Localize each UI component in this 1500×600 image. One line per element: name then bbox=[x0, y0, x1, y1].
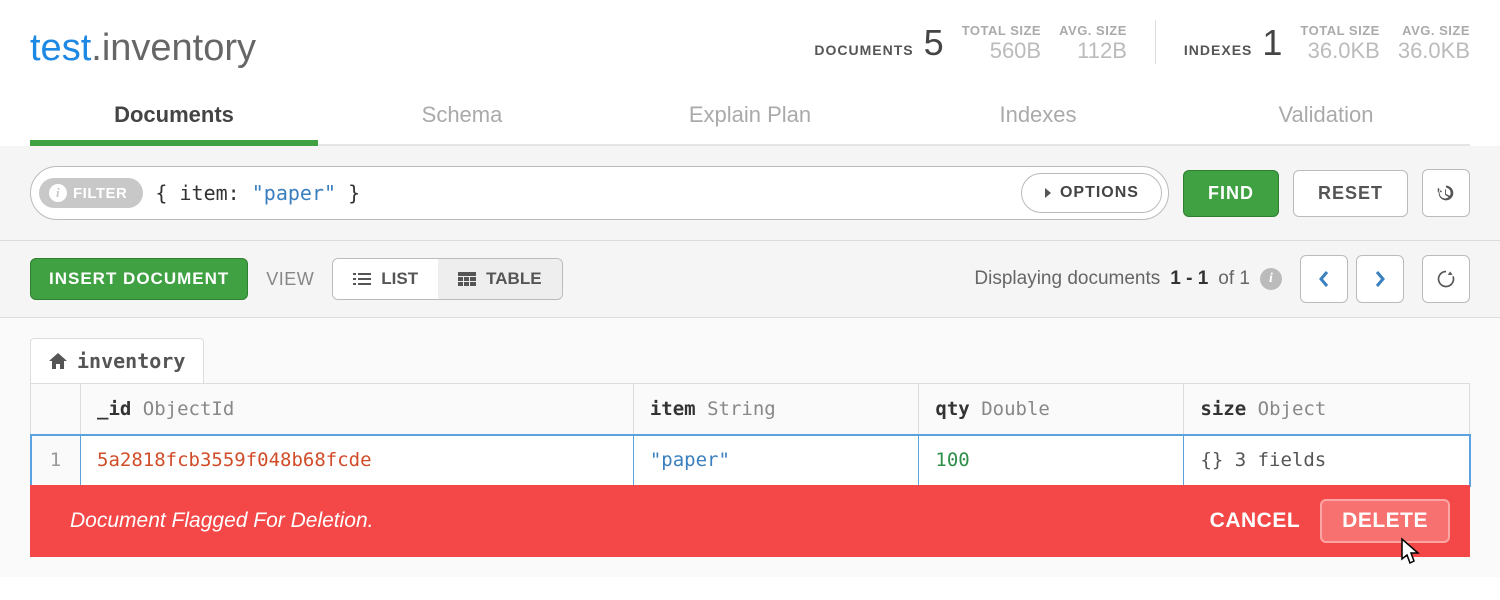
find-button[interactable]: FIND bbox=[1183, 170, 1279, 217]
filter-input[interactable]: i FILTER { item: "paper" } OPTIONS bbox=[30, 166, 1169, 220]
row-number: 1 bbox=[31, 435, 81, 486]
cancel-button[interactable]: CANCEL bbox=[1210, 509, 1301, 533]
indexes-label: INDEXES bbox=[1184, 42, 1252, 58]
database-name: test bbox=[30, 27, 91, 69]
insert-document-button[interactable]: INSERT DOCUMENT bbox=[30, 258, 248, 300]
row-number-header bbox=[31, 384, 81, 435]
delete-message: Document Flagged For Deletion. bbox=[70, 509, 1190, 533]
delete-banner: Document Flagged For Deletion. CANCEL DE… bbox=[30, 485, 1470, 557]
idx-total-size: 36.0KB bbox=[1300, 38, 1379, 64]
col-qty[interactable]: qty Double bbox=[919, 384, 1184, 435]
docs-avg-size: 112B bbox=[1059, 38, 1127, 64]
idx-total-size-label: TOTAL SIZE bbox=[1300, 23, 1379, 38]
cell-qty[interactable]: 100 bbox=[919, 435, 1184, 486]
cell-size[interactable]: {} 3 fields bbox=[1184, 435, 1470, 486]
info-icon: i bbox=[49, 184, 67, 202]
refresh-button[interactable] bbox=[1422, 255, 1470, 303]
documents-count: 5 bbox=[924, 22, 944, 64]
history-icon bbox=[1435, 182, 1457, 204]
documents-label: DOCUMENTS bbox=[814, 42, 913, 58]
stats-separator bbox=[1155, 20, 1156, 64]
col-id[interactable]: _id ObjectId bbox=[81, 384, 634, 435]
idx-avg-size: 36.0KB bbox=[1398, 38, 1470, 64]
idx-avg-size-label: AVG. SIZE bbox=[1398, 23, 1470, 38]
cell-id[interactable]: 5a2818fcb3559f048b68fcde bbox=[81, 435, 634, 486]
tab-indexes[interactable]: Indexes bbox=[894, 90, 1182, 144]
tab-documents[interactable]: Documents bbox=[30, 90, 318, 144]
history-button[interactable] bbox=[1422, 169, 1470, 217]
filter-query-text: { item: "paper" } bbox=[155, 181, 1009, 205]
breadcrumb[interactable]: inventory bbox=[30, 338, 204, 383]
info-icon[interactable]: i bbox=[1260, 268, 1282, 290]
tab-schema[interactable]: Schema bbox=[318, 90, 606, 144]
col-size[interactable]: size Object bbox=[1184, 384, 1470, 435]
view-label: VIEW bbox=[266, 269, 314, 290]
tabs: Documents Schema Explain Plan Indexes Va… bbox=[30, 90, 1470, 146]
cell-item[interactable]: "paper" bbox=[633, 435, 919, 486]
list-icon bbox=[353, 272, 371, 286]
docs-total-size-label: TOTAL SIZE bbox=[962, 23, 1041, 38]
table-icon bbox=[458, 272, 476, 286]
refresh-icon bbox=[1436, 269, 1456, 289]
delete-button[interactable]: DELETE bbox=[1320, 499, 1450, 543]
docs-total-size: 560B bbox=[962, 38, 1041, 64]
col-item[interactable]: item String bbox=[633, 384, 919, 435]
view-toggle: LIST TABLE bbox=[332, 258, 562, 300]
view-table-button[interactable]: TABLE bbox=[438, 259, 561, 299]
documents-table: _id ObjectId item String qty Double size… bbox=[30, 383, 1470, 486]
tab-explain-plan[interactable]: Explain Plan bbox=[606, 90, 894, 144]
view-list-button[interactable]: LIST bbox=[333, 259, 438, 299]
indexes-count: 1 bbox=[1262, 22, 1282, 64]
table-row[interactable]: 1 5a2818fcb3559f048b68fcde "paper" 100 {… bbox=[31, 435, 1470, 486]
prev-page-button[interactable] bbox=[1300, 255, 1348, 303]
chevron-right-icon bbox=[1374, 270, 1386, 288]
next-page-button[interactable] bbox=[1356, 255, 1404, 303]
docs-avg-size-label: AVG. SIZE bbox=[1059, 23, 1127, 38]
displaying-text: Displaying documents 1 - 1 of 1 i bbox=[974, 268, 1282, 290]
tab-validation[interactable]: Validation bbox=[1182, 90, 1470, 144]
collection-name: inventory bbox=[102, 27, 256, 69]
caret-right-icon bbox=[1044, 187, 1052, 199]
filter-pill: i FILTER bbox=[39, 178, 143, 208]
reset-button[interactable]: RESET bbox=[1293, 170, 1408, 217]
chevron-left-icon bbox=[1318, 270, 1330, 288]
home-icon bbox=[49, 353, 67, 369]
options-button[interactable]: OPTIONS bbox=[1021, 173, 1162, 213]
namespace-title: test.inventory bbox=[30, 27, 784, 70]
